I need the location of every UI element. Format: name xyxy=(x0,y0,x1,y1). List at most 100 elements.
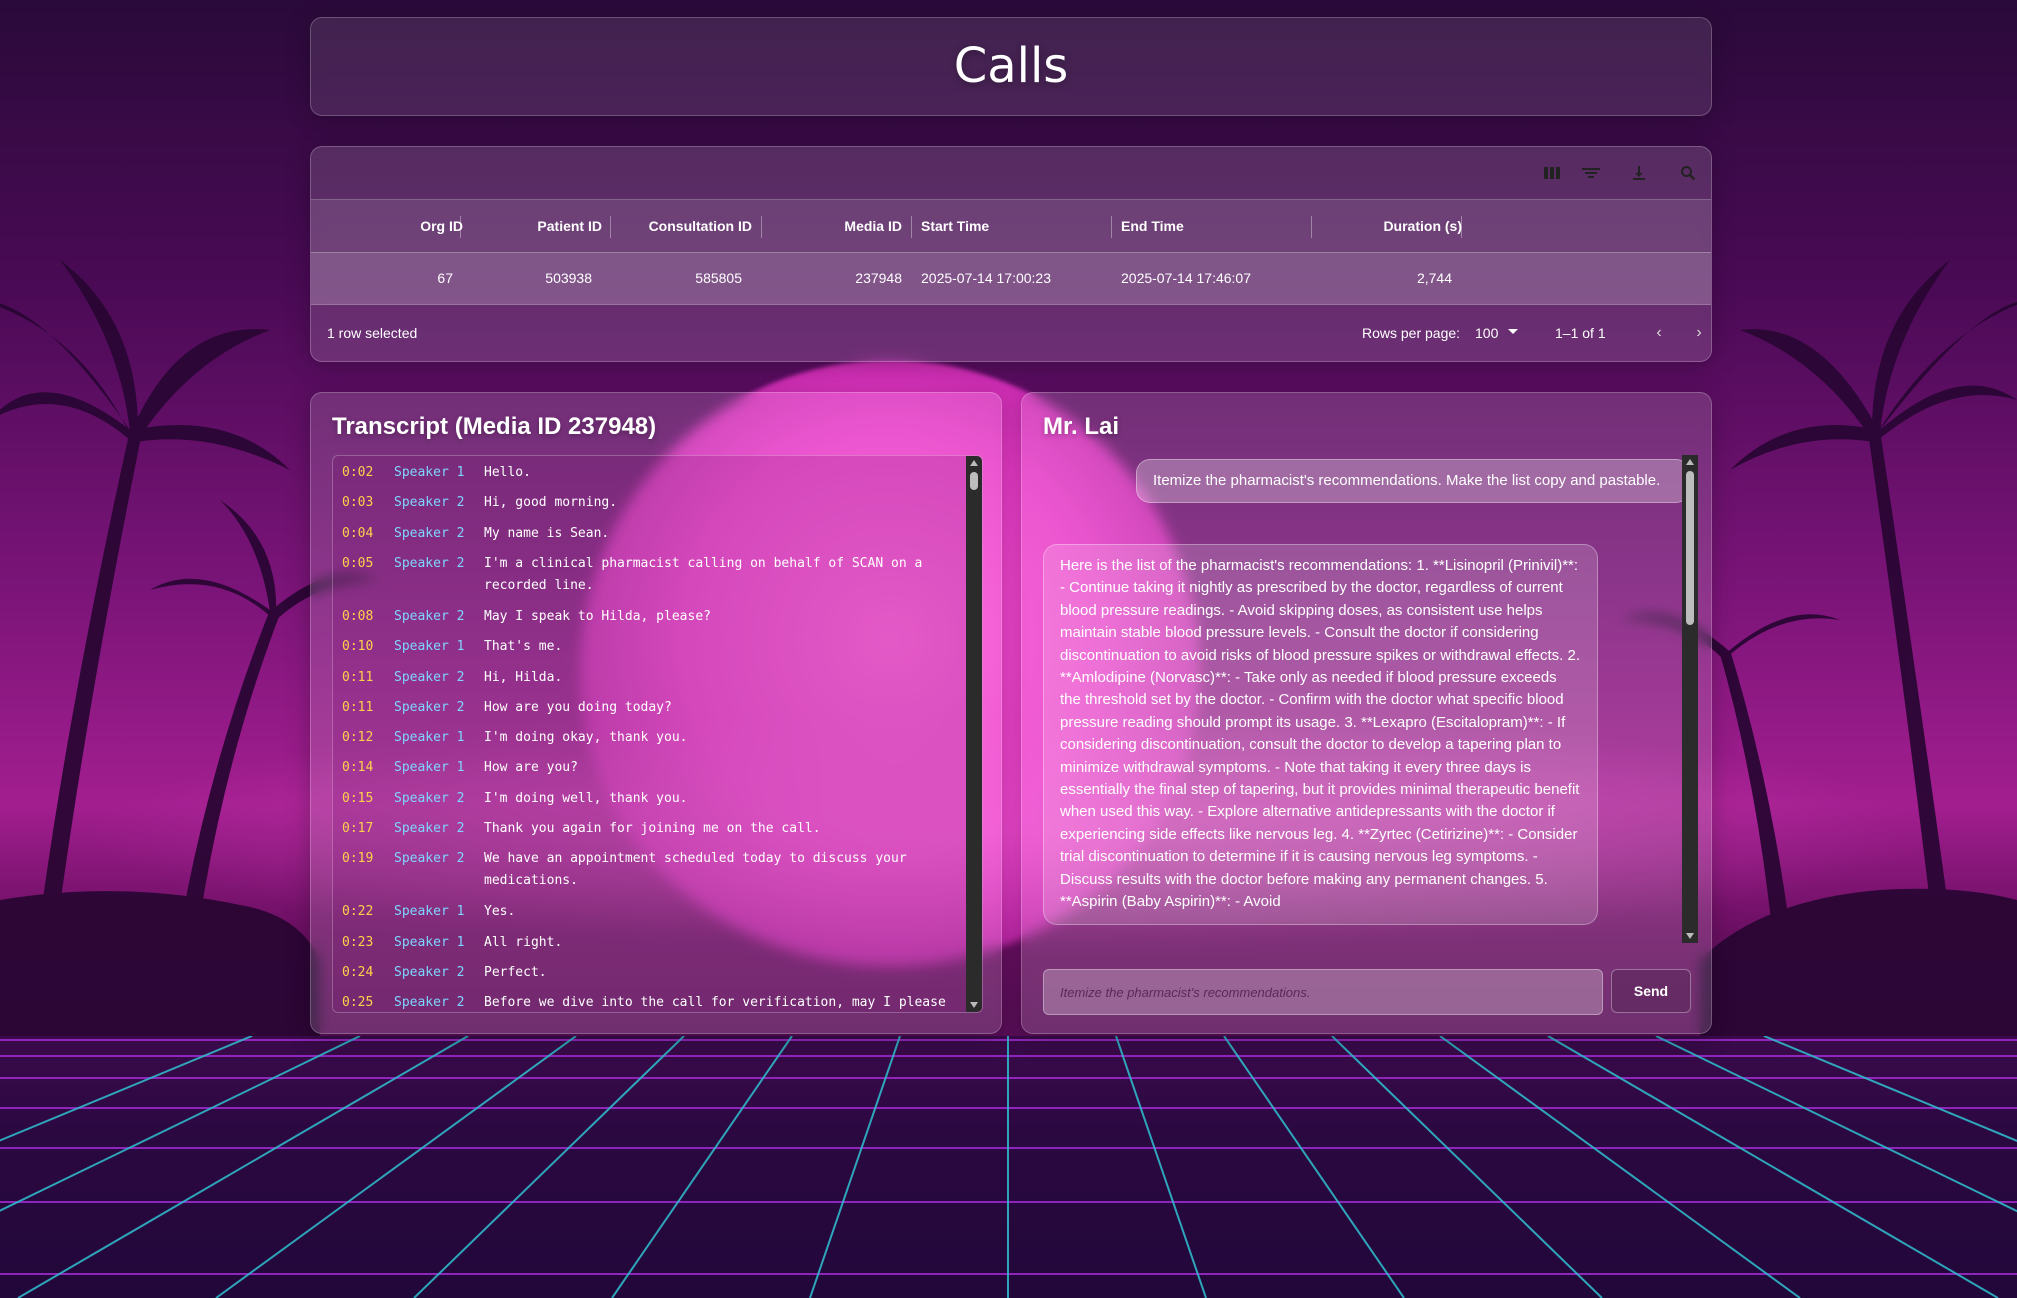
utterance-text: Before we dive into the call for verific… xyxy=(484,995,946,1011)
transcript-title: Transcript (Media ID 237948) xyxy=(332,413,657,440)
rows-per-page-select[interactable]: 100 xyxy=(1475,305,1498,361)
timestamp: 0:15 xyxy=(342,790,374,806)
calls-data-grid: Org ID Patient ID Consultation ID Media … xyxy=(310,146,1712,362)
timestamp: 0:24 xyxy=(342,964,374,980)
table-row[interactable]: 67 503938 585805 237948 2025-07-14 17:00… xyxy=(311,252,1711,305)
column-header-consultation-id[interactable]: Consultation ID xyxy=(611,200,752,252)
page-header: Calls xyxy=(310,17,1712,116)
speaker-label: Speaker 1 xyxy=(394,730,465,746)
cell-consultation-id: 585805 xyxy=(695,270,742,286)
speaker-label: Speaker 2 xyxy=(394,851,465,867)
utterance-text: Hello. xyxy=(484,465,531,480)
download-icon[interactable] xyxy=(1628,162,1650,184)
speaker-label: Speaker 1 xyxy=(394,465,465,480)
utterance-text: Hi, Hilda. xyxy=(484,669,563,685)
speaker-label: Speaker 1 xyxy=(394,904,465,920)
previous-page-icon[interactable]: ‹ xyxy=(1649,323,1669,343)
page-title: Calls xyxy=(953,38,1069,94)
transcript-scrollbar[interactable] xyxy=(966,456,982,1012)
speaker-label: Speaker 1 xyxy=(394,639,465,655)
timestamp: 0:08 xyxy=(342,608,374,624)
selection-count: 1 row selected xyxy=(327,325,418,341)
timestamp: 0:11 xyxy=(342,669,374,685)
timestamp: 0:25 xyxy=(342,995,374,1011)
speaker-label: Speaker 2 xyxy=(394,608,465,624)
scroll-down-arrow-icon[interactable] xyxy=(970,1002,978,1008)
column-header-end-time[interactable]: End Time xyxy=(1121,200,1301,252)
speaker-label: Speaker 1 xyxy=(394,760,465,776)
timestamp: 0:11 xyxy=(342,699,374,715)
utterance-text: We have an appointment scheduled today t… xyxy=(484,851,907,889)
speaker-label: Speaker 2 xyxy=(394,790,465,806)
chevron-down-icon[interactable] xyxy=(1508,329,1518,334)
cell-patient-id: 503938 xyxy=(545,270,592,286)
timestamp: 0:14 xyxy=(342,760,374,776)
column-header-start-time[interactable]: Start Time xyxy=(921,200,1101,252)
column-separator[interactable] xyxy=(1111,216,1112,238)
utterance-text: May I speak to Hilda, please? xyxy=(484,608,711,624)
utterance-text: I'm doing well, thank you. xyxy=(484,790,688,806)
speaker-label: Speaker 2 xyxy=(394,995,465,1011)
grid-footer: 1 row selected Rows per page: 100 1–1 of… xyxy=(311,305,1711,361)
chat-panel: Mr. Lai Itemize the pharmacist's recomme… xyxy=(1021,392,1712,1034)
user-message: Itemize the pharmacist's recommendations… xyxy=(1136,459,1690,503)
speaker-label: Speaker 2 xyxy=(394,699,465,715)
timestamp: 0:04 xyxy=(342,525,374,541)
scroll-up-arrow-icon[interactable] xyxy=(970,460,978,466)
column-header-media-id[interactable]: Media ID xyxy=(761,200,902,252)
column-separator[interactable] xyxy=(911,216,912,238)
utterance-text: Hi, good morning. xyxy=(484,495,618,511)
timestamp: 0:05 xyxy=(342,555,374,571)
utterance-text: Perfect. xyxy=(484,964,547,980)
scroll-down-arrow-icon[interactable] xyxy=(1686,933,1694,939)
cell-start-time: 2025-07-14 17:00:23 xyxy=(921,270,1051,286)
column-header-org-id[interactable]: Org ID xyxy=(331,200,463,252)
utterance-text: How are you doing today? xyxy=(484,699,672,715)
scroll-up-arrow-icon[interactable] xyxy=(1686,459,1694,465)
timestamp: 0:19 xyxy=(342,851,374,867)
grid-header-row: Org ID Patient ID Consultation ID Media … xyxy=(311,199,1711,253)
column-separator[interactable] xyxy=(460,216,461,238)
filter-icon[interactable] xyxy=(1580,162,1602,184)
timestamp: 0:12 xyxy=(342,730,374,746)
send-button[interactable]: Send xyxy=(1611,969,1691,1013)
column-separator[interactable] xyxy=(1311,216,1312,238)
utterance-text: All right. xyxy=(484,934,563,950)
column-header-duration[interactable]: Duration (s) xyxy=(1321,200,1462,252)
speaker-label: Speaker 2 xyxy=(394,525,465,541)
utterance-text: That's me. xyxy=(484,639,563,655)
timestamp: 0:03 xyxy=(342,495,374,511)
transcript-list[interactable]: 0:02 Speaker 1 Hello. 0:03 Speaker 2 Hi, good… xyxy=(332,455,983,1013)
scrollbar-thumb[interactable] xyxy=(970,472,978,490)
column-separator[interactable] xyxy=(1461,216,1462,238)
chat-input[interactable] xyxy=(1044,970,1602,1014)
neon-grid xyxy=(0,1036,2017,1298)
columns-icon[interactable] xyxy=(1541,162,1563,184)
chat-scrollbar[interactable] xyxy=(1682,455,1698,943)
chat-messages[interactable]: Itemize the pharmacist's recommendations… xyxy=(1043,455,1702,943)
speaker-label: Speaker 2 xyxy=(394,555,465,571)
utterance-text: Yes. xyxy=(484,904,516,920)
speaker-label: Speaker 2 xyxy=(394,821,465,836)
utterance-text: I'm a clinical pharmacist calling on beh… xyxy=(484,555,923,593)
next-page-icon[interactable]: › xyxy=(1689,323,1709,343)
speaker-label: Speaker 2 xyxy=(394,964,465,980)
speaker-label: Speaker 1 xyxy=(394,934,465,950)
timestamp: 0:10 xyxy=(342,639,374,655)
utterance-text: I'm doing okay, thank you. xyxy=(484,730,688,746)
timestamp: 0:17 xyxy=(342,821,374,836)
utterance-text: Thank you again for joining me on the ca… xyxy=(484,821,821,836)
chat-input-container xyxy=(1043,969,1603,1015)
utterance-text: My name is Sean. xyxy=(484,525,610,541)
column-header-patient-id[interactable]: Patient ID xyxy=(471,200,602,252)
cell-org-id: 67 xyxy=(437,270,453,286)
transcript-panel: Transcript (Media ID 237948) 0:02 Speaker… xyxy=(310,392,1002,1034)
pagination-range: 1–1 of 1 xyxy=(1555,325,1606,341)
scrollbar-thumb[interactable] xyxy=(1686,471,1694,625)
cell-media-id: 237948 xyxy=(855,270,902,286)
timestamp: 0:23 xyxy=(342,934,374,950)
cell-end-time: 2025-07-14 17:46:07 xyxy=(1121,270,1251,286)
speaker-label: Speaker 2 xyxy=(394,669,465,685)
utterance-text: How are you? xyxy=(484,760,578,776)
search-icon[interactable] xyxy=(1677,162,1699,184)
